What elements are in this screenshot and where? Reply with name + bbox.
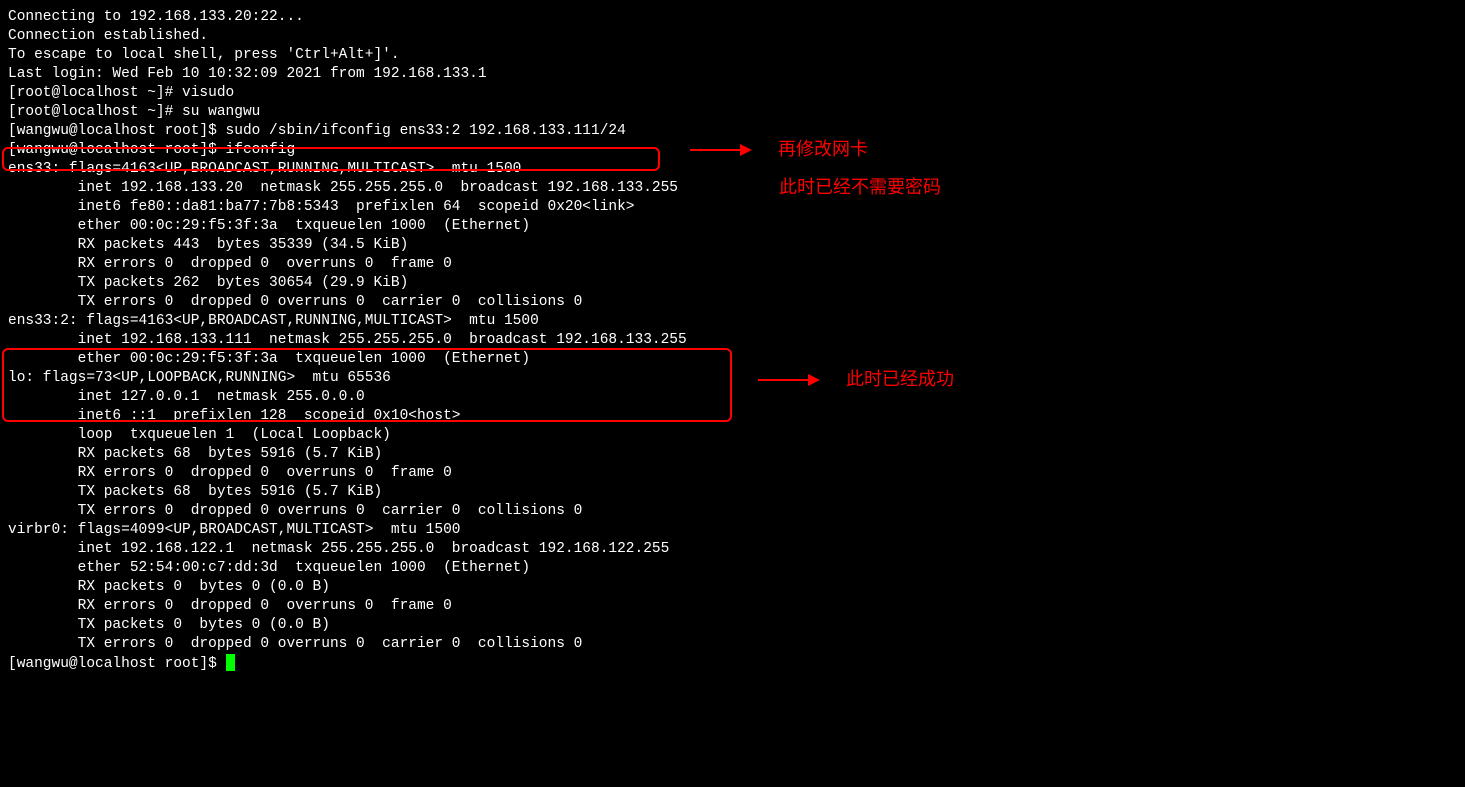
terminal-line: To escape to local shell, press 'Ctrl+Al… <box>8 46 1457 65</box>
arrow-icon <box>758 379 818 381</box>
annotation-text: 此时已经成功 <box>846 370 954 389</box>
terminal-line: Connecting to 192.168.133.20:22... <box>8 8 1457 27</box>
terminal-line: inet 127.0.0.1 netmask 255.0.0.0 <box>8 388 1457 407</box>
terminal-line: virbr0: flags=4099<UP,BROADCAST,MULTICAS… <box>8 521 1457 540</box>
terminal-line: ens33:2: flags=4163<UP,BROADCAST,RUNNING… <box>8 312 1457 331</box>
terminal-line: TX errors 0 dropped 0 overruns 0 carrier… <box>8 293 1457 312</box>
terminal-line: RX errors 0 dropped 0 overruns 0 frame 0 <box>8 464 1457 483</box>
terminal-line: ether 52:54:00:c7:dd:3d txqueuelen 1000 … <box>8 559 1457 578</box>
terminal-line: [root@localhost ~]# visudo <box>8 84 1457 103</box>
terminal-line: [root@localhost ~]# su wangwu <box>8 103 1457 122</box>
terminal-line: RX packets 443 bytes 35339 (34.5 KiB) <box>8 236 1457 255</box>
annotation-success: 此时已经成功 <box>758 370 954 389</box>
terminal-line: TX packets 68 bytes 5916 (5.7 KiB) <box>8 483 1457 502</box>
terminal-line: [wangwu@localhost root]$ sudo /sbin/ifco… <box>8 122 1457 141</box>
terminal-line: ether 00:0c:29:f5:3f:3a txqueuelen 1000 … <box>8 350 1457 369</box>
terminal-line: RX errors 0 dropped 0 overruns 0 frame 0 <box>8 597 1457 616</box>
terminal-line: loop txqueuelen 1 (Local Loopback) <box>8 426 1457 445</box>
terminal-line: inet 192.168.133.111 netmask 255.255.255… <box>8 331 1457 350</box>
terminal-line: TX packets 262 bytes 30654 (29.9 KiB) <box>8 274 1457 293</box>
cursor <box>226 654 235 671</box>
terminal-line: RX errors 0 dropped 0 overruns 0 frame 0 <box>8 255 1457 274</box>
terminal-line: ether 00:0c:29:f5:3f:3a txqueuelen 1000 … <box>8 217 1457 236</box>
terminal-output[interactable]: Connecting to 192.168.133.20:22...Connec… <box>8 8 1457 674</box>
annotation-text: 再修改网卡 <box>778 140 868 159</box>
terminal-line: inet6 ::1 prefixlen 128 scopeid 0x10<hos… <box>8 407 1457 426</box>
terminal-line: ens33: flags=4163<UP,BROADCAST,RUNNING,M… <box>8 160 1457 179</box>
annotation-modify-nic: 再修改网卡 <box>690 140 868 159</box>
terminal-line: Last login: Wed Feb 10 10:32:09 2021 fro… <box>8 65 1457 84</box>
terminal-line: Connection established. <box>8 27 1457 46</box>
terminal-line: RX packets 68 bytes 5916 (5.7 KiB) <box>8 445 1457 464</box>
terminal-line: inet 192.168.122.1 netmask 255.255.255.0… <box>8 540 1457 559</box>
annotation-no-password: 此时已经不需要密码 <box>779 178 941 197</box>
annotation-text: 此时已经不需要密码 <box>779 178 941 197</box>
terminal-line: inet6 fe80::da81:ba77:7b8:5343 prefixlen… <box>8 198 1457 217</box>
arrow-icon <box>690 149 750 151</box>
terminal-line: [wangwu@localhost root]$ <box>8 654 1457 674</box>
terminal-line: RX packets 0 bytes 0 (0.0 B) <box>8 578 1457 597</box>
terminal-line: TX packets 0 bytes 0 (0.0 B) <box>8 616 1457 635</box>
terminal-line: lo: flags=73<UP,LOOPBACK,RUNNING> mtu 65… <box>8 369 1457 388</box>
terminal-line: TX errors 0 dropped 0 overruns 0 carrier… <box>8 635 1457 654</box>
terminal-line: inet 192.168.133.20 netmask 255.255.255.… <box>8 179 1457 198</box>
terminal-line: TX errors 0 dropped 0 overruns 0 carrier… <box>8 502 1457 521</box>
